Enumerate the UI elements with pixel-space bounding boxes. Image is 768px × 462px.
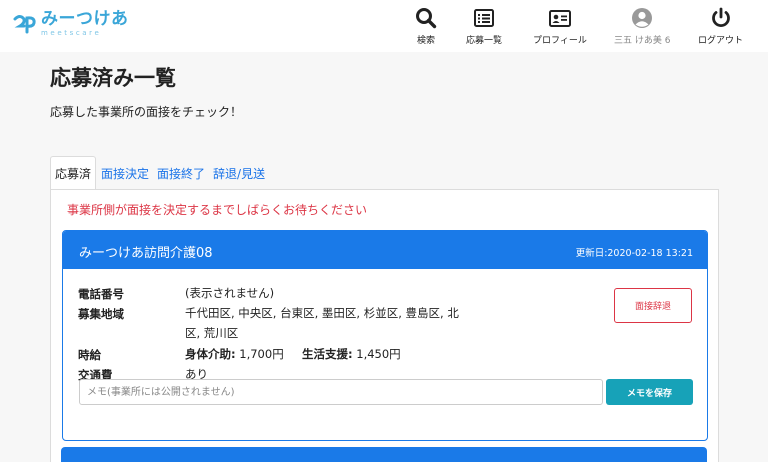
search-icon xyxy=(416,8,437,29)
area-value-line1: 千代田区, 中央区, 台東区, 墨田区, 杉並区, 豊島区, 北 xyxy=(185,306,459,320)
power-icon xyxy=(711,7,730,27)
nav-applied-label: 応募一覧 xyxy=(466,36,503,46)
tab-declined[interactable]: 辞退/見送 xyxy=(210,156,268,190)
tab-applied[interactable]: 応募済 xyxy=(50,156,97,190)
user-avatar-icon xyxy=(632,8,653,28)
nav-profile-label: プロフィール xyxy=(533,36,587,46)
nav-search-label: 検索 xyxy=(416,36,435,46)
nav-profile[interactable]: プロフィール xyxy=(533,7,587,46)
next-application-card-header xyxy=(61,447,707,462)
phone-label: 電話番号 xyxy=(78,287,124,301)
waiting-notice: 事業所側が面接を決定するまでしばらくお待ちください xyxy=(67,203,368,217)
logo-text: みーつけあ xyxy=(41,9,129,29)
status-tabs: 応募済 面接決定 面接終了 辞退/見送 xyxy=(50,156,270,190)
save-memo-button[interactable]: メモを保存 xyxy=(606,379,693,405)
phone-value: (表示されません) xyxy=(185,286,275,300)
nav-user[interactable]: 三五 けあ美 6 xyxy=(614,7,670,46)
wage-life-label: 生活支援: xyxy=(301,347,353,361)
facility-name: みーつけあ訪問介護08 xyxy=(79,246,213,261)
wage-body-label: 身体介助: xyxy=(185,347,236,361)
wage-value: 身体介助: 1,700円 生活支援: 1,450円 xyxy=(185,344,401,364)
card-header: みーつけあ訪問介護08 更新日:2020-02-18 13:21 xyxy=(63,231,707,269)
page-title: 応募済み一覧 xyxy=(50,66,176,90)
list-icon xyxy=(474,9,494,27)
nav-search[interactable]: 検索 xyxy=(415,7,437,46)
wage-life-value: 1,450円 xyxy=(356,347,401,361)
tab-interview-decided[interactable]: 面接決定 xyxy=(98,156,152,190)
logo-subtext: meetscare xyxy=(41,29,102,37)
logo[interactable]: みーつけあ meetscare xyxy=(12,10,129,37)
area-label: 募集地域 xyxy=(78,307,124,321)
page-subtitle: 応募した事業所の面接をチェック！ xyxy=(50,105,243,119)
nav-logout[interactable]: ログアウト xyxy=(698,7,743,46)
decline-interview-button[interactable]: 面接辞退 xyxy=(614,288,692,323)
nav-user-label: 三五 けあ美 6 xyxy=(614,36,671,46)
wage-body-value: 1,700円 xyxy=(239,347,284,361)
logo-mark-icon xyxy=(13,14,36,33)
area-value-line2: 区, 荒川区 xyxy=(185,326,239,340)
nav-logout-label: ログアウト xyxy=(698,36,744,46)
updated-date: 更新日:2020-02-18 13:21 xyxy=(575,248,693,259)
wage-label: 時給 xyxy=(78,348,101,362)
id-card-icon xyxy=(548,10,571,27)
memo-input[interactable] xyxy=(79,379,603,405)
nav-applied-list[interactable]: 応募一覧 xyxy=(466,7,502,46)
top-navbar: みーつけあ meetscare 検索 応募一覧 プロフィール 三五 けあ美 6 … xyxy=(0,0,768,52)
application-card: みーつけあ訪問介護08 更新日:2020-02-18 13:21 電話番号 (表… xyxy=(62,230,708,441)
tab-interview-finished[interactable]: 面接終了 xyxy=(154,156,208,190)
tab-panel: 事業所側が面接を決定するまでしばらくお待ちください みーつけあ訪問介護08 更新… xyxy=(50,189,719,462)
